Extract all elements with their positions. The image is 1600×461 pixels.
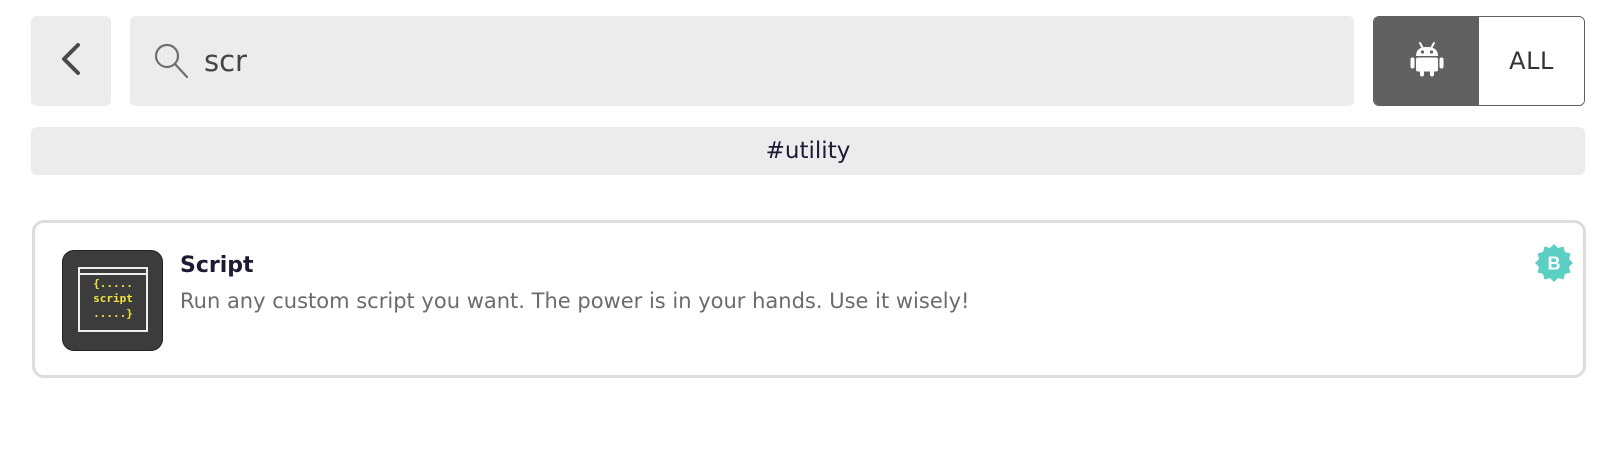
result-description: Run any custom script you want. The powe… (180, 289, 970, 313)
search-icon (152, 41, 192, 81)
script-icon-line: script (93, 292, 133, 305)
tag-filter-chip[interactable]: #utility (31, 127, 1585, 175)
platform-all-button[interactable]: ALL (1479, 17, 1584, 105)
platform-toggle[interactable]: ALL (1373, 16, 1585, 106)
platform-android-button[interactable] (1374, 17, 1479, 105)
tag-filter-label: #utility (765, 138, 851, 164)
android-icon (1407, 39, 1447, 83)
search-bar[interactable] (130, 16, 1354, 106)
result-card[interactable]: {..... script .....} Script Run any cust… (32, 220, 1586, 378)
back-button[interactable] (31, 16, 111, 106)
result-title: Script (180, 253, 254, 278)
search-input[interactable] (204, 36, 1284, 86)
beta-badge-label: B (1548, 254, 1561, 274)
platform-all-label: ALL (1509, 47, 1554, 75)
script-app-icon: {..... script .....} (62, 250, 163, 351)
beta-badge-icon: B (1534, 243, 1574, 283)
script-window-icon: {..... script .....} (78, 267, 148, 332)
script-icon-line: {..... (93, 277, 133, 290)
chevron-left-icon (59, 42, 83, 80)
script-icon-line: .....} (93, 307, 133, 320)
